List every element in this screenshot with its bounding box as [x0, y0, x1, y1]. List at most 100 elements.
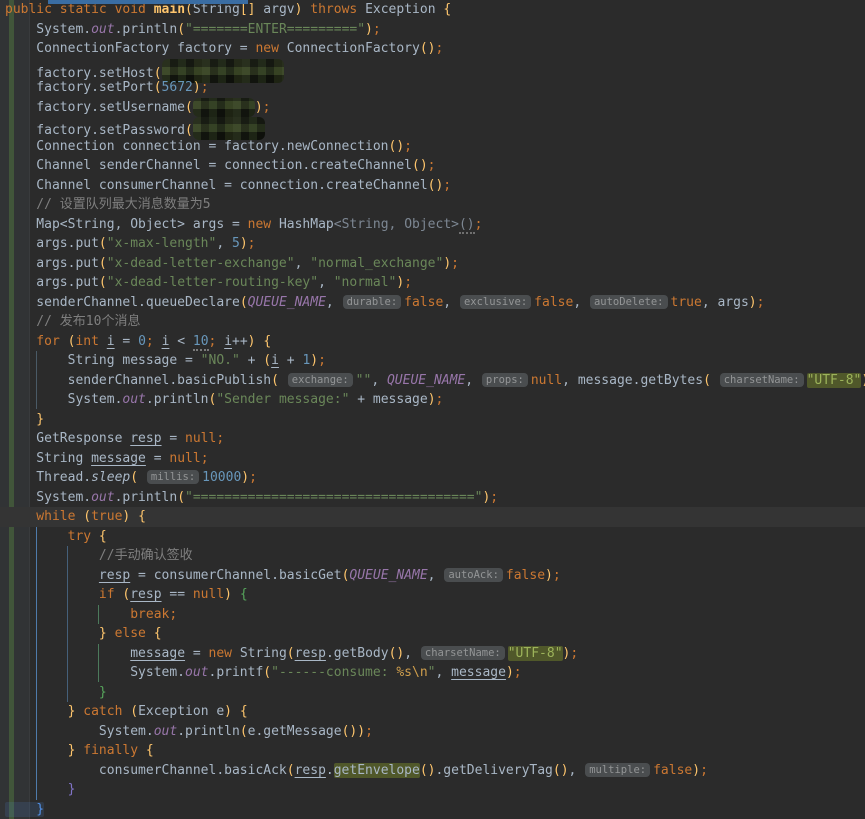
code-line[interactable]: } else {	[0, 624, 865, 644]
code-token: ;	[318, 353, 326, 368]
code-token: ;	[216, 431, 224, 446]
code-token: +	[240, 353, 263, 368]
code-line[interactable]: System.out.println("====================…	[0, 488, 865, 508]
code-token: (	[240, 724, 248, 739]
code-line-current[interactable]: while (true) {	[0, 507, 865, 527]
code-token: (	[130, 470, 138, 485]
code-token: for	[5, 334, 68, 349]
code-token: resp	[99, 568, 130, 583]
code-token: ))	[861, 373, 865, 388]
code-token: (	[240, 295, 248, 310]
code-token: main	[154, 2, 185, 17]
code-token: )	[506, 665, 514, 680]
code-token: String message =	[5, 353, 201, 368]
code-line[interactable]: consumerChannel.basicAck(resp.getEnvelop…	[0, 761, 865, 781]
code-token: out	[154, 724, 177, 739]
code-token: ;	[553, 568, 561, 583]
code-line[interactable]: }	[0, 780, 865, 800]
code-token: ,	[465, 373, 481, 388]
code-line[interactable]: String message = "NO." + (i + 1);	[0, 351, 865, 371]
code-token: )	[692, 763, 700, 778]
code-line[interactable]: } finally {	[0, 741, 865, 761]
code-line[interactable]: message = new String(resp.getBody(), cha…	[0, 644, 865, 664]
code-token: =	[146, 451, 169, 466]
code-line[interactable]: factory.setPort(5672);	[0, 78, 865, 98]
code-line[interactable]: ConnectionFactory factory = new Connecti…	[0, 39, 865, 59]
code-token: +	[279, 353, 302, 368]
code-line[interactable]: factory.setHost(	[0, 59, 865, 79]
code-line[interactable]: }	[0, 800, 865, 819]
code-token: (	[177, 490, 185, 505]
code-token: args.put	[5, 236, 99, 251]
code-line[interactable]: // 设置队列最大消息数量为5	[0, 195, 865, 215]
code-line[interactable]: Map<String, Object> args = new HashMap<S…	[0, 215, 865, 235]
code-token: ;	[428, 158, 436, 173]
code-token: )	[443, 256, 451, 271]
code-line[interactable]: Channel consumerChannel = connection.cre…	[0, 176, 865, 196]
code-token: ,	[216, 236, 232, 251]
code-token: 5	[232, 236, 240, 251]
code-token: ;	[365, 724, 373, 739]
code-token: ,	[326, 295, 342, 310]
code-token: ;	[404, 275, 412, 290]
code-line[interactable]: Channel senderChannel = connection.creat…	[0, 156, 865, 176]
code-token: (	[83, 509, 91, 524]
code-token: ,	[371, 373, 387, 388]
code-line[interactable]: senderChannel.queueDeclare(QUEUE_NAME, d…	[0, 293, 865, 313]
code-line[interactable]: }	[0, 683, 865, 703]
code-token: else	[115, 626, 146, 641]
code-token: , args	[702, 295, 749, 310]
code-token	[5, 568, 99, 583]
code-line[interactable]: String message = null;	[0, 449, 865, 469]
code-token: {	[99, 529, 107, 544]
code-line[interactable]: // 发布10个消息	[0, 312, 865, 332]
code-token: System.	[5, 392, 122, 407]
code-token: out	[91, 22, 114, 37]
code-token: )	[365, 22, 373, 37]
code-token: }	[5, 782, 75, 797]
code-line[interactable]: args.put("x-max-length", 5);	[0, 234, 865, 254]
code-token: .println	[115, 22, 178, 37]
code-line[interactable]: try {	[0, 527, 865, 547]
code-token: .getDeliveryTag	[435, 763, 552, 778]
code-token: QUEUE_NAME	[349, 568, 427, 583]
code-token: String	[5, 451, 91, 466]
code-line[interactable]: if (resp == null) {	[0, 585, 865, 605]
code-token: ()	[389, 646, 405, 661]
code-line[interactable]: GetResponse resp = null;	[0, 429, 865, 449]
code-token: ,	[318, 275, 334, 290]
code-token: []	[240, 2, 256, 17]
code-token: autoDelete:	[590, 295, 668, 309]
code-line[interactable]: senderChannel.basicPublish( exchange:"",…	[0, 371, 865, 391]
code-token: 10000	[202, 470, 241, 485]
code-token: message	[91, 451, 146, 466]
code-token: "UTF-8"	[508, 646, 563, 661]
code-line[interactable]: System.out.printf("------consume: %s\n",…	[0, 663, 865, 683]
code-line[interactable]: } catch (Exception e) {	[0, 702, 865, 722]
code-line[interactable]: Thread.sleep( millis:10000);	[0, 468, 865, 488]
code-token: )	[310, 353, 318, 368]
code-line[interactable]: System.out.println("=======ENTER========…	[0, 20, 865, 40]
code-line[interactable]: Connection connection = factory.newConne…	[0, 137, 865, 157]
code-line[interactable]: args.put("x-dead-letter-routing-key", "n…	[0, 273, 865, 293]
code-line[interactable]: break;	[0, 605, 865, 625]
code-token: null	[531, 373, 562, 388]
code-token: .printf	[209, 665, 264, 680]
code-token: argv	[255, 2, 294, 17]
code-line[interactable]: System.out.println("Sender message:" + m…	[0, 390, 865, 410]
code-token: )	[193, 80, 201, 95]
code-line[interactable]: for (int i = 0; i < 10; i++) {	[0, 332, 865, 352]
code-token: )	[241, 470, 249, 485]
code-line[interactable]: System.out.println(e.getMessage());	[0, 722, 865, 742]
code-token: args.put	[5, 256, 99, 271]
code-line[interactable]: factory.setPassword(	[0, 117, 865, 137]
code-token: new	[248, 217, 271, 232]
code-line[interactable]: factory.setUsername();	[0, 98, 865, 118]
code-token	[154, 334, 162, 349]
code-token: ,	[573, 295, 589, 310]
code-line[interactable]: //手动确认签收	[0, 546, 865, 566]
code-line[interactable]: args.put("x-dead-letter-exchange", "norm…	[0, 254, 865, 274]
code-line[interactable]: resp = consumerChannel.basicGet(QUEUE_NA…	[0, 566, 865, 586]
code-line[interactable]: }	[0, 410, 865, 430]
code-token: ()	[553, 763, 569, 778]
